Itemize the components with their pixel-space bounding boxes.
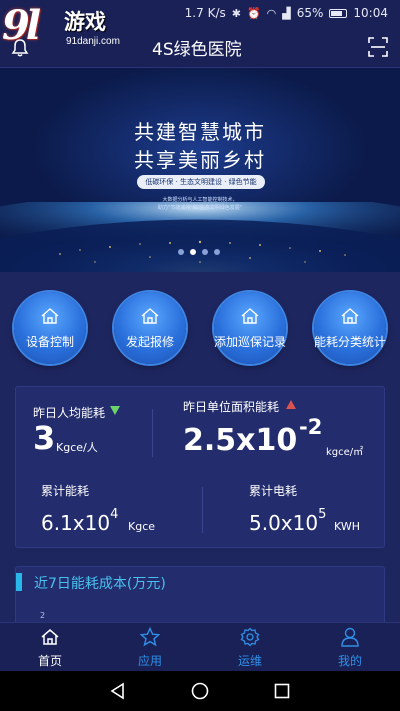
trend-down-icon — [110, 406, 120, 415]
nav-label: 首页 — [37, 654, 62, 668]
quick-menu-label: 添加巡保记录 — [213, 335, 286, 349]
banner-tagline: 低碳环保 · 生态文明建设 · 绿色节能 — [137, 175, 265, 189]
total-power-label: 累计电耗 — [249, 484, 298, 498]
add-inspection-record-button[interactable]: 添加巡保记录 — [214, 292, 286, 364]
network-speed: 1.7 K/s — [184, 6, 226, 20]
per-area-label: 昨日单位面积能耗 — [183, 400, 280, 414]
back-icon[interactable] — [108, 681, 128, 701]
clock: 10:04 — [353, 6, 388, 20]
alarm-icon: ⏰ — [246, 6, 261, 20]
banner-headline-2: 共享美丽乡村 — [134, 148, 266, 172]
signal-icon: ▟ — [282, 6, 291, 20]
total-power-unit: KWH — [334, 520, 360, 533]
energy-stats-card: 昨日人均能耗 3 Kgce/人 昨日单位面积能耗 2.5x10 -2 kgce/… — [15, 386, 385, 548]
bottom-navigation: 首页 应用 运维 我的 — [0, 622, 400, 671]
nav-home[interactable]: 首页 — [0, 623, 100, 672]
bluetooth-icon: ✱ — [231, 6, 241, 20]
scan-icon[interactable] — [368, 37, 388, 57]
cost-chart-section: 近7日能耗成本(万元) 2 — [15, 566, 385, 626]
carousel-dot[interactable] — [178, 249, 184, 255]
divider — [152, 409, 153, 457]
carousel-dot[interactable] — [202, 249, 208, 255]
user-icon — [341, 627, 359, 647]
nav-label: 我的 — [337, 654, 362, 668]
carousel-indicator — [178, 249, 220, 255]
nav-label: 运维 — [237, 654, 262, 668]
home-circle-icon[interactable] — [190, 681, 210, 701]
device-control-button[interactable]: 设备控制 — [14, 292, 86, 364]
city-lights-image — [0, 202, 400, 272]
chart-axis-tick: 2 — [40, 611, 46, 620]
banner-subtext-1: 大数据分析与人工智能控制技术， — [162, 197, 238, 203]
per-area-mantissa: 2.5x10 — [183, 423, 298, 458]
total-energy-value: 6.1x104 — [41, 507, 118, 535]
banner-headline-1: 共建智慧城市 — [134, 120, 266, 144]
cost-section-title: 近7日能耗成本(万元) — [34, 576, 166, 592]
watermark-brand: 游戏 — [64, 10, 106, 34]
energy-category-stats-button[interactable]: 能耗分类统计 — [314, 292, 386, 364]
battery-icon — [329, 8, 348, 18]
watermark-url: 91danji.com — [66, 36, 120, 47]
per-area-unit: kgce/㎡ — [326, 447, 364, 458]
total-energy-mantissa: 6.1x10 — [41, 511, 111, 535]
total-energy-label: 累计能耗 — [41, 484, 90, 498]
trend-up-icon — [286, 400, 296, 409]
page-title: 4S绿色医院 — [152, 40, 242, 60]
repair-request-button[interactable]: 发起报修 — [114, 292, 186, 364]
home-icon — [41, 308, 59, 324]
gear-icon — [240, 627, 260, 647]
nav-profile[interactable]: 我的 — [300, 623, 400, 672]
divider — [202, 487, 203, 533]
banner-subtext-2: 助力"节能减排"和"生态文明绿色发展" — [157, 205, 243, 211]
watermark-logo: 9l — [2, 2, 41, 49]
carousel-dot[interactable] — [214, 249, 220, 255]
per-capita-value: 3 — [33, 419, 56, 457]
star-icon — [140, 627, 160, 647]
site-watermark: 9l 游戏 91danji.com — [2, 2, 134, 54]
recents-icon[interactable] — [272, 681, 292, 701]
quick-menu-label: 能耗分类统计 — [313, 335, 386, 349]
section-accent-bar — [16, 573, 22, 591]
quick-menu-label: 发起报修 — [125, 335, 174, 349]
system-navigation-bar — [0, 671, 400, 711]
total-power-value: 5.0x105 — [249, 507, 326, 535]
carousel-dot-active[interactable] — [190, 249, 196, 255]
battery-percent: 65% — [296, 6, 324, 20]
per-capita-unit: Kgce/人 — [56, 441, 98, 454]
nav-label: 应用 — [137, 654, 162, 668]
total-energy-unit: Kgce — [128, 520, 156, 533]
home-icon — [241, 308, 259, 324]
home-icon — [141, 308, 159, 324]
total-power-exponent: 5 — [318, 507, 327, 523]
nav-maintenance[interactable]: 运维 — [200, 623, 300, 672]
per-area-exponent: -2 — [299, 415, 323, 439]
home-icon — [41, 629, 59, 645]
total-energy-exponent: 4 — [110, 507, 119, 523]
promo-banner[interactable]: 共建智慧城市 共享美丽乡村 低碳环保 · 生态文明建设 · 绿色节能 大数据分析… — [0, 68, 400, 272]
total-power-mantissa: 5.0x10 — [249, 511, 319, 535]
quick-menu-label: 设备控制 — [25, 335, 74, 349]
wifi-icon: ◠ — [266, 6, 277, 20]
nav-apps[interactable]: 应用 — [100, 623, 200, 672]
home-icon — [341, 308, 359, 324]
